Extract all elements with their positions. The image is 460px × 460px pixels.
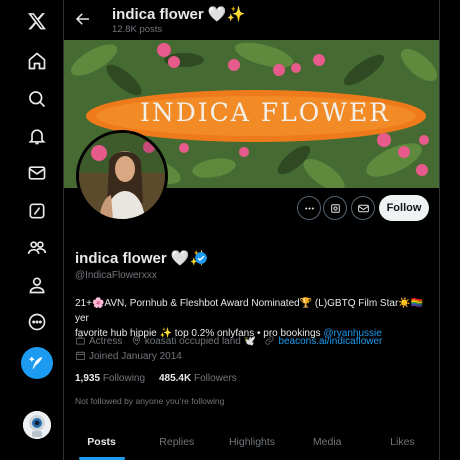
following-link[interactable]: 1,935 Following (75, 373, 145, 384)
profile-handle: @IndicaFlowerxxx (75, 270, 157, 281)
tab-likes[interactable]: Likes (365, 423, 439, 460)
profile-header: indica flower 🤍✨ 12.8K posts (64, 0, 439, 40)
subscribe-button[interactable] (323, 196, 347, 220)
followers-count: 485.4K (158, 373, 192, 384)
bio-line-1: 21+🌸AVN, Pornhub & Fleshbot Award Nomina… (75, 298, 424, 324)
search-icon[interactable] (22, 84, 52, 114)
profile-main: INDICA FLOWER indica flower 🤍✨ 12.8K pos… (64, 0, 440, 460)
header-title: indica flower 🤍✨ (112, 6, 246, 23)
messages-icon[interactable] (22, 158, 52, 188)
location-icon (132, 336, 140, 346)
message-button[interactable] (351, 196, 375, 220)
banner-logo-text: INDICA FLOWER (140, 98, 391, 127)
profile-location: koasati occupied land 🕊️ (144, 336, 257, 347)
profile-icon[interactable] (22, 270, 52, 300)
followers-label: Followers (194, 373, 237, 384)
profile-category: Actress (89, 336, 123, 347)
compose-icon (29, 357, 43, 369)
subscribe-icon (330, 203, 340, 213)
verified-badge-icon (195, 252, 207, 264)
tab-replies[interactable]: Replies (139, 423, 214, 460)
grok-icon[interactable] (22, 196, 52, 226)
profile-tabs: Posts Replies Highlights Media Likes (64, 423, 439, 460)
briefcase-icon (76, 336, 85, 345)
profile-avatar[interactable] (76, 130, 168, 222)
profile-joined: Joined January 2014 (89, 351, 182, 362)
followers-link[interactable]: 485.4K Followers (159, 373, 237, 384)
profile-joined-row: Joined January 2014 (75, 350, 182, 362)
notifications-icon[interactable] (22, 121, 52, 151)
follow-button[interactable]: Follow (379, 195, 429, 221)
x-logo-icon[interactable] (22, 6, 52, 36)
profile-stats: 1,935 Following 485.4K Followers (75, 373, 237, 384)
tab-posts[interactable]: Posts (64, 423, 139, 460)
profile-website-link[interactable]: beacons.ai/indicaflower (278, 336, 382, 347)
sidebar-nav (0, 0, 64, 460)
more-icon[interactable] (22, 307, 52, 337)
ellipsis-icon (304, 206, 314, 210)
account-avatar[interactable] (23, 411, 51, 439)
not-followed-notice: Not followed by anyone you’re following (75, 396, 225, 406)
compose-button[interactable] (21, 347, 53, 379)
tab-media[interactable]: Media (290, 423, 365, 460)
communities-icon[interactable] (22, 233, 52, 263)
calendar-icon (76, 351, 85, 360)
home-icon[interactable] (22, 46, 52, 76)
more-options-button[interactable] (297, 196, 321, 220)
profile-name: indica flower 🤍✨ (75, 250, 209, 267)
profile-meta: Actress koasati occupied land 🕊️ beacons… (75, 335, 382, 347)
following-count: 1,935 (75, 373, 101, 384)
link-icon (265, 336, 275, 345)
header-post-count: 12.8K posts (112, 24, 163, 35)
tab-highlights[interactable]: Highlights (214, 423, 289, 460)
back-arrow-icon[interactable] (74, 10, 92, 28)
following-label: Following (102, 373, 146, 384)
envelope-icon (357, 204, 369, 212)
